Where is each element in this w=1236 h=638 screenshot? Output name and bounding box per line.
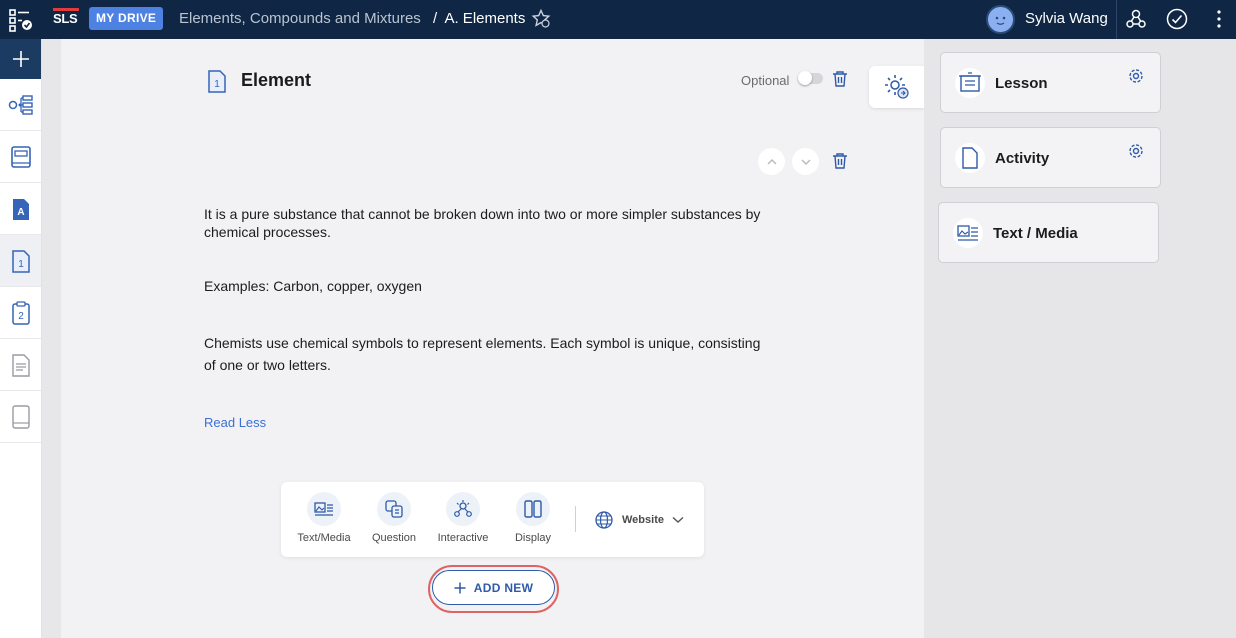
add-option-label: Text/Media bbox=[297, 532, 351, 544]
star-gear-icon[interactable] bbox=[531, 9, 551, 29]
read-less-link[interactable]: Read Less bbox=[204, 415, 266, 430]
chevron-up-icon bbox=[767, 158, 776, 164]
apps-icon[interactable] bbox=[9, 8, 33, 32]
lesson-card[interactable]: Lesson bbox=[940, 52, 1161, 113]
website-label: Website bbox=[622, 514, 664, 526]
svg-text:2: 2 bbox=[18, 311, 24, 322]
add-button[interactable] bbox=[0, 39, 41, 79]
top-bar: SLS MY DRIVE Elements, Compounds and Mix… bbox=[0, 0, 1236, 39]
paragraph-examples: Examples: Carbon, copper, oxygen bbox=[204, 278, 422, 294]
paragraph-symbols: Chemists use chemical symbols to represe… bbox=[204, 335, 761, 373]
rail-item-tree[interactable] bbox=[0, 79, 41, 131]
add-option-label: Question bbox=[371, 532, 417, 544]
more-vertical-icon[interactable] bbox=[1208, 8, 1230, 30]
add-question-option[interactable]: Question bbox=[357, 492, 431, 544]
rail-item-book[interactable] bbox=[0, 391, 41, 443]
activity-icon bbox=[962, 147, 978, 169]
sls-logo[interactable]: SLS bbox=[53, 8, 80, 26]
settings-tab[interactable] bbox=[869, 66, 924, 108]
add-icon bbox=[12, 51, 29, 67]
svg-text:1: 1 bbox=[214, 79, 220, 90]
tree-icon bbox=[8, 94, 33, 115]
gutter bbox=[42, 39, 61, 638]
svg-text:A: A bbox=[17, 207, 24, 218]
text-media-card[interactable]: Text / Media bbox=[938, 202, 1159, 263]
gear-settings-icon bbox=[884, 75, 909, 99]
card-label: Activity bbox=[995, 150, 1050, 167]
chevron-down-icon bbox=[801, 159, 810, 165]
page-1-icon: 1 bbox=[11, 249, 30, 273]
left-rail: A 1 2 bbox=[0, 39, 42, 638]
move-down-button[interactable] bbox=[792, 148, 819, 175]
plus-icon bbox=[454, 582, 466, 593]
gear-icon[interactable] bbox=[1128, 68, 1144, 84]
document-icon bbox=[11, 353, 30, 377]
website-dropdown[interactable]: Website bbox=[594, 510, 684, 530]
question-icon bbox=[385, 500, 403, 518]
chevron-down-icon bbox=[672, 516, 684, 523]
page-title: Element bbox=[241, 70, 312, 90]
page-2-icon: 2 bbox=[11, 300, 30, 325]
optional-label: Optional bbox=[741, 73, 790, 88]
check-circle-icon[interactable] bbox=[1166, 8, 1188, 30]
my-drive-badge[interactable]: MY DRIVE bbox=[89, 7, 164, 30]
breadcrumb-separator: / bbox=[432, 10, 438, 27]
breadcrumb-current: A. Elements bbox=[444, 10, 526, 27]
rail-item-notebook[interactable] bbox=[0, 131, 41, 183]
section-a-icon: A bbox=[12, 198, 29, 220]
notebook-icon bbox=[10, 145, 31, 168]
add-new-label: ADD NEW bbox=[473, 580, 534, 595]
text-media-icon bbox=[957, 225, 978, 241]
rail-item-page-2[interactable]: 2 bbox=[0, 287, 41, 339]
rail-item-document[interactable] bbox=[0, 339, 41, 391]
add-content-bar: Text/Media Question Interactive Display … bbox=[281, 482, 704, 557]
collaboration-icon[interactable] bbox=[1125, 8, 1147, 30]
rail-item-page-1[interactable]: 1 bbox=[0, 235, 41, 287]
paragraph-definition: It is a pure substance that cannot be br… bbox=[204, 206, 761, 240]
trash-icon[interactable] bbox=[832, 70, 848, 88]
interactive-icon bbox=[454, 500, 472, 517]
add-option-label: Interactive bbox=[437, 532, 489, 544]
page-1-icon: 1 bbox=[208, 70, 226, 93]
breadcrumb-parent[interactable]: Elements, Compounds and Mixtures bbox=[179, 10, 421, 27]
svg-text:1: 1 bbox=[18, 259, 24, 270]
trash-icon[interactable] bbox=[832, 152, 848, 170]
text-media-icon bbox=[314, 502, 333, 516]
gear-icon[interactable] bbox=[1128, 143, 1144, 159]
add-text-media-option[interactable]: Text/Media bbox=[287, 492, 361, 544]
book-icon bbox=[11, 404, 30, 429]
divider bbox=[575, 506, 576, 532]
add-option-label: Display bbox=[514, 532, 552, 544]
optional-toggle[interactable] bbox=[798, 71, 823, 85]
card-label: Text / Media bbox=[993, 225, 1078, 242]
card-label: Lesson bbox=[995, 75, 1048, 92]
lesson-icon bbox=[959, 72, 981, 92]
move-up-button[interactable] bbox=[758, 148, 785, 175]
avatar[interactable] bbox=[986, 5, 1015, 34]
activity-card[interactable]: Activity bbox=[940, 127, 1161, 188]
divider bbox=[1116, 0, 1117, 39]
globe-icon bbox=[595, 511, 613, 529]
right-panel: Lesson Activity Text / Media bbox=[924, 39, 1236, 638]
main-content: 1 Element Optional It is a pure substanc… bbox=[61, 39, 924, 638]
display-icon bbox=[524, 500, 542, 518]
add-display-option[interactable]: Display bbox=[496, 492, 570, 544]
breadcrumb: Elements, Compounds and Mixtures / A. El… bbox=[179, 10, 525, 27]
rail-item-section-a[interactable]: A bbox=[0, 183, 41, 235]
add-interactive-option[interactable]: Interactive bbox=[426, 492, 500, 544]
add-new-button[interactable]: ADD NEW bbox=[432, 570, 555, 605]
user-name[interactable]: Sylvia Wang bbox=[1025, 10, 1108, 27]
